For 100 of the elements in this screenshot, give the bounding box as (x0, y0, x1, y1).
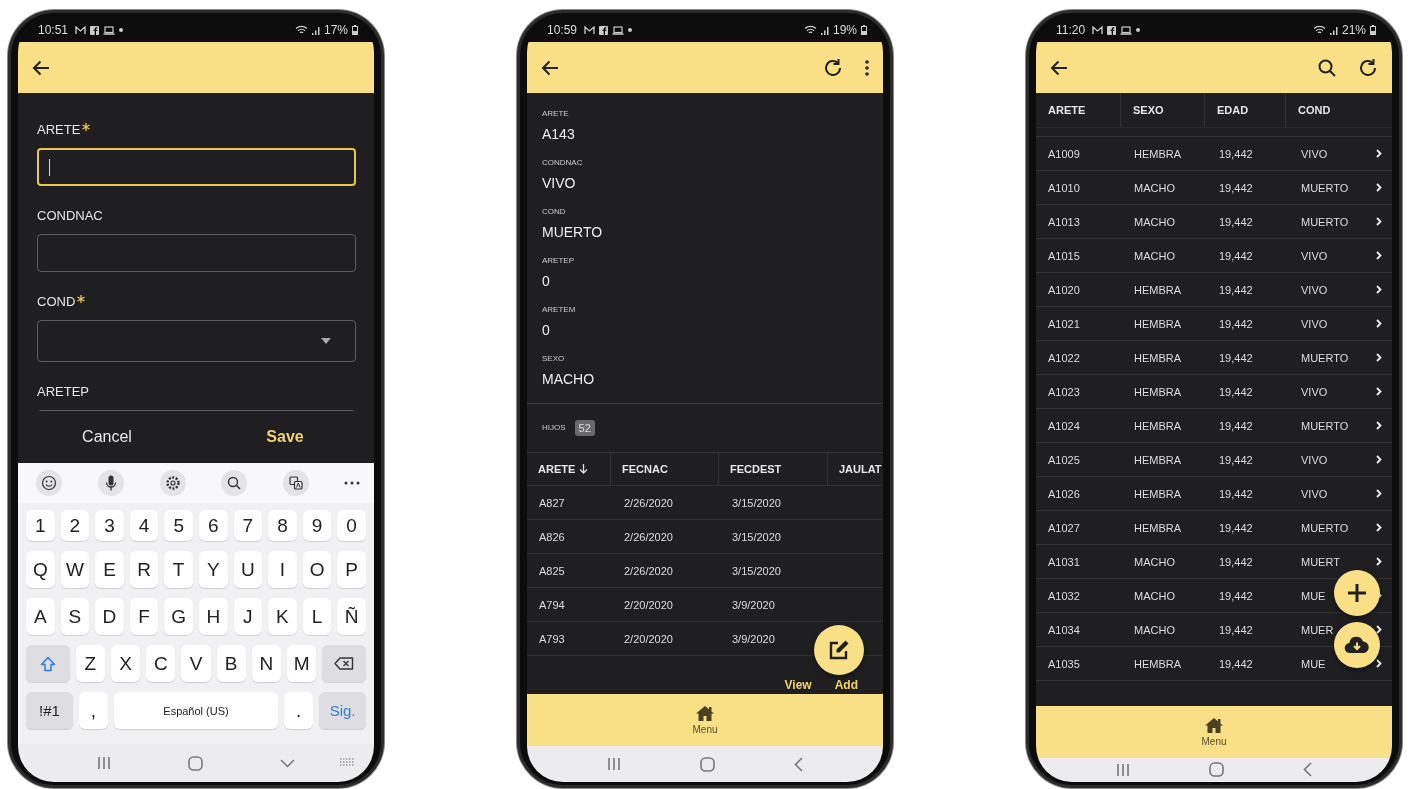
keyboard-key[interactable]: Y (198, 551, 228, 588)
keyboard-key[interactable]: M (287, 645, 317, 682)
table-row[interactable]: A1009 HEMBRA 19,442 VIVO (1036, 137, 1392, 171)
keyboard-key[interactable]: 9 (302, 510, 332, 541)
table-row[interactable]: A1023 HEMBRA 19,442 VIVO (1036, 375, 1392, 409)
table-row[interactable]: A1024 HEMBRA 19,442 MUERTO (1036, 409, 1392, 443)
keyboard-key[interactable]: 2 (60, 510, 90, 541)
table-row[interactable]: A1026 HEMBRA 19,442 VIVO (1036, 477, 1392, 511)
back-chevron-icon[interactable] (1303, 762, 1313, 778)
search-icon[interactable] (1318, 58, 1336, 77)
fab-label[interactable]: Add (834, 678, 858, 692)
column-header[interactable]: FECDEST (719, 453, 828, 485)
keyboard-key[interactable]: T (164, 551, 193, 588)
keyboard-key[interactable]: X (111, 645, 141, 682)
home-icon[interactable] (695, 705, 715, 722)
table-row[interactable]: A1010 MACHO 19,442 MUERTO (1036, 171, 1392, 205)
keyboard-key[interactable]: F (129, 598, 159, 635)
table-row[interactable]: A1021 HEMBRA 19,442 VIVO (1036, 307, 1392, 341)
add-fab[interactable] (1334, 570, 1380, 616)
back-arrow-icon[interactable] (541, 59, 559, 76)
keyboard-key[interactable]: 3 (95, 510, 124, 541)
back-arrow-icon[interactable] (1050, 59, 1068, 76)
keyboard-key[interactable]: E (95, 551, 124, 588)
keyboard-key[interactable]: P (337, 551, 366, 588)
table-row[interactable]: A1025 HEMBRA 19,442 VIVO (1036, 443, 1392, 477)
keyboard-key[interactable]: 1 (26, 510, 55, 541)
table-row[interactable]: A1015 MACHO 19,442 VIVO (1036, 239, 1392, 273)
keyboard-key[interactable]: 6 (198, 510, 228, 541)
keyboard-key[interactable]: 8 (268, 510, 297, 541)
dropdown-field[interactable] (37, 320, 356, 362)
symbols-key[interactable]: !#1 (26, 692, 73, 729)
laptop-icon (612, 25, 625, 35)
chevron-down-icon[interactable] (280, 758, 296, 768)
keyboard-key[interactable]: L (302, 598, 332, 635)
home-button-icon[interactable] (700, 756, 715, 772)
keyboard-key[interactable]: B (216, 645, 246, 682)
column-header[interactable]: EDAD (1205, 93, 1286, 127)
keyboard-key[interactable]: Ñ (337, 598, 366, 635)
search-icon[interactable] (220, 469, 249, 497)
keyboard-key[interactable]: H (198, 598, 228, 635)
menu-label[interactable]: Menu (692, 724, 718, 735)
column-header[interactable]: COND (1286, 93, 1392, 127)
refresh-icon[interactable] (1358, 57, 1378, 78)
recent-apps-icon[interactable] (606, 757, 621, 771)
keyboard-key[interactable]: C (146, 645, 176, 682)
recent-apps-icon[interactable] (96, 756, 111, 770)
keyboard-key[interactable]: R (129, 551, 159, 588)
save-button[interactable]: Save (196, 411, 374, 463)
back-chevron-icon[interactable] (794, 756, 804, 772)
edit-fab[interactable] (814, 625, 864, 675)
translate-icon[interactable] (282, 469, 311, 497)
more-icon[interactable] (344, 481, 360, 485)
keyboard-key[interactable]: . (283, 692, 314, 729)
text-field[interactable] (37, 234, 356, 272)
table-cell: A1034 (1048, 623, 1080, 636)
keyboard-key[interactable]: J (233, 598, 263, 635)
backspace-key[interactable] (322, 645, 366, 682)
table-row[interactable]: A1020 HEMBRA 19,442 VIVO (1036, 273, 1392, 307)
more-vertical-icon[interactable] (865, 59, 869, 76)
microphone-icon[interactable] (96, 469, 125, 497)
keyboard-key[interactable]: I (268, 551, 297, 588)
keyboard-key[interactable]: W (60, 551, 90, 588)
download-fab[interactable] (1334, 622, 1380, 668)
cancel-button[interactable]: Cancel (18, 411, 196, 463)
keyboard-key[interactable]: A (26, 598, 55, 635)
space-key[interactable]: Español (US) (114, 692, 278, 729)
back-arrow-icon[interactable] (32, 59, 50, 76)
refresh-icon[interactable] (823, 57, 843, 78)
home-icon[interactable] (1204, 716, 1224, 734)
keyboard-key[interactable]: G (164, 598, 193, 635)
home-button-icon[interactable] (1209, 762, 1224, 778)
emoji-icon[interactable] (35, 469, 63, 497)
table-row[interactable]: A1027 HEMBRA 19,442 MUERTO (1036, 511, 1392, 545)
column-header[interactable]: ARETE (1036, 93, 1121, 127)
menu-label[interactable]: Menu (1201, 735, 1227, 747)
column-header[interactable]: SEXO (1121, 93, 1205, 127)
keyboard-key[interactable]: 4 (129, 510, 159, 541)
keyboard-key[interactable]: V (181, 645, 211, 682)
column-header[interactable]: JAULAT (828, 453, 883, 485)
home-button-icon[interactable] (188, 755, 203, 771)
keyboard-key[interactable]: 7 (233, 510, 263, 541)
keyboard-key[interactable]: D (95, 598, 124, 635)
table-row[interactable]: A1013 MACHO 19,442 MUERTO (1036, 205, 1392, 239)
keyboard-key[interactable]: O (302, 551, 332, 588)
table-cell-text: 2/26/2020 (623, 564, 674, 577)
table-row[interactable]: A1022 HEMBRA 19,442 MUERTO (1036, 341, 1392, 375)
column-header[interactable]: FECNAC (611, 453, 719, 485)
keyboard-key[interactable]: Q (26, 551, 55, 588)
keyboard-key[interactable]: , (78, 692, 109, 729)
fab-label[interactable]: View (784, 678, 812, 692)
settings-icon[interactable] (158, 469, 187, 497)
keyboard-key[interactable]: S (60, 598, 90, 635)
recent-apps-icon[interactable] (1115, 762, 1130, 777)
keyboard-key[interactable]: U (233, 551, 263, 588)
keyboard-key[interactable]: Z (75, 645, 105, 682)
keyboard-key[interactable]: N (251, 645, 281, 682)
keyboard-key[interactable]: 5 (164, 510, 193, 541)
keyboard-key[interactable]: K (268, 598, 297, 635)
column-header[interactable]: ARETE (527, 453, 611, 485)
keyboard-key[interactable]: 0 (337, 510, 366, 541)
